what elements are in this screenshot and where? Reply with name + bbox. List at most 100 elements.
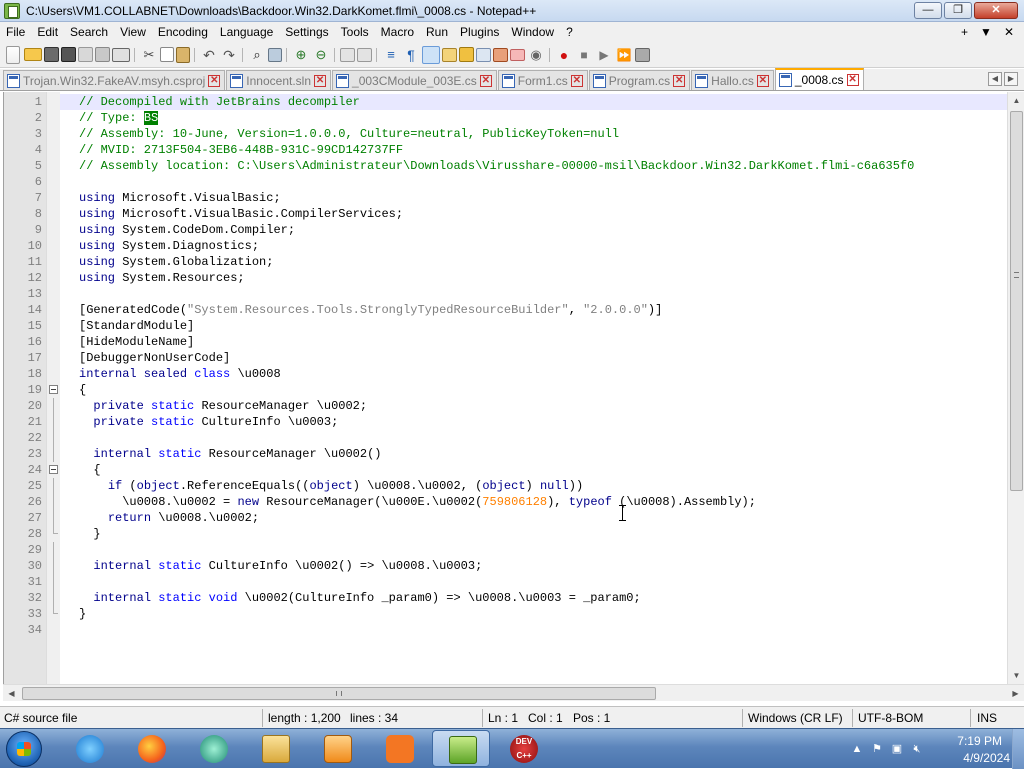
code-line[interactable]: 21 private static CultureInfo \u0003; — [28, 414, 1007, 430]
taskbar-xampp[interactable] — [370, 730, 428, 767]
tab-close-icon[interactable]: ✕ — [570, 74, 583, 87]
new-tab-plus-icon[interactable]: + — [961, 25, 968, 39]
tab-list-dropdown-icon[interactable]: ▼ — [980, 25, 992, 39]
code-line[interactable]: 3 // Assembly: 10-June, Version=1.0.0.0, … — [35, 126, 1007, 142]
show-all-chars-icon[interactable]: ¶ — [402, 46, 420, 64]
code-line[interactable]: 22 — [28, 430, 1007, 446]
code-line[interactable]: 17 [DebuggerNonUserCode] — [28, 350, 1007, 366]
eye-icon[interactable]: ◉ — [527, 46, 545, 64]
redo-icon[interactable]: ↷ — [220, 46, 238, 64]
menu-file[interactable]: File — [0, 22, 31, 42]
code-line[interactable]: 2 // Type: BS — [35, 110, 1007, 126]
tab-hallo-cs[interactable]: Hallo.cs ✕ — [691, 70, 774, 90]
maximize-button[interactable]: ❐ — [944, 2, 972, 19]
monitoring-icon[interactable] — [510, 48, 525, 61]
menu-edit[interactable]: Edit — [31, 22, 64, 42]
code-line[interactable]: 24 { — [28, 462, 1007, 478]
action-center-flag-icon[interactable]: ⚑ — [870, 742, 884, 756]
clock-date[interactable]: 4/9/2024 — [963, 751, 1010, 765]
scroll-left-icon[interactable]: ◀ — [3, 685, 20, 702]
save-all-icon[interactable] — [61, 47, 76, 62]
show-hidden-icons-icon[interactable]: ▲ — [850, 742, 864, 756]
code-line[interactable]: 4 // MVID: 2713F504-3EB6-448B-931C-99CD14… — [35, 142, 1007, 158]
close-icon[interactable] — [78, 47, 93, 62]
taskbar-messaging-app[interactable] — [184, 730, 242, 767]
code-line[interactable]: 34 — [28, 622, 1007, 638]
taskbar-internet-explorer[interactable] — [60, 730, 118, 767]
tab-close-icon[interactable]: ✕ — [756, 74, 769, 87]
run-macro-multiple-icon[interactable]: ⏩ — [615, 46, 633, 64]
taskbar-dev-cpp[interactable]: DEV C++ — [494, 730, 552, 767]
volume-muted-icon[interactable]: 🔇︎ — [910, 742, 924, 756]
code-line[interactable]: 6 — [35, 174, 1007, 190]
horizontal-scroll-thumb[interactable] — [22, 687, 656, 700]
code-line[interactable]: 15 [StandardModule] — [28, 318, 1007, 334]
fold-toggle-icon[interactable] — [49, 465, 58, 474]
code-line[interactable]: 20 private static ResourceManager \u0002… — [28, 398, 1007, 414]
clock-time[interactable]: 7:19 PM — [957, 734, 1002, 748]
menu-run[interactable]: Run — [420, 22, 454, 42]
tab-0008-cs[interactable]: _0008.cs ✕ — [774, 68, 864, 90]
stop-macro-icon[interactable]: ■ — [575, 46, 593, 64]
status-encoding[interactable]: UTF-8-BOM — [858, 711, 923, 725]
sync-horizontal-icon[interactable] — [357, 47, 372, 62]
menu-encoding[interactable]: Encoding — [152, 22, 214, 42]
close-button[interactable]: ✕ — [974, 2, 1018, 19]
tab-close-icon[interactable]: ✕ — [208, 74, 221, 87]
code-line[interactable]: 18 internal sealed class \u0008 — [28, 366, 1007, 382]
vertical-scroll-thumb[interactable] — [1010, 111, 1023, 491]
tab-module-cs[interactable]: _003CModule_003E.cs ✕ — [332, 70, 497, 90]
show-desktop-button[interactable] — [1012, 729, 1024, 769]
code-line[interactable]: 10 using System.Diagnostics; — [28, 238, 1007, 254]
indent-guide-icon[interactable] — [422, 45, 440, 64]
document-map-icon[interactable] — [459, 47, 474, 62]
open-file-icon[interactable] — [24, 48, 42, 61]
code-content[interactable]: 1 // Decompiled with JetBrains decompiler… — [28, 94, 1007, 638]
menu-window[interactable]: Window — [505, 22, 560, 42]
code-line[interactable]: 11 using System.Globalization; — [28, 254, 1007, 270]
function-list-icon[interactable] — [476, 47, 491, 62]
fold-toggle-icon[interactable] — [49, 385, 58, 394]
taskbar-media-player[interactable] — [308, 730, 366, 767]
record-macro-icon[interactable]: ● — [555, 46, 573, 64]
folder-as-workspace-icon[interactable] — [493, 47, 508, 62]
play-macro-icon[interactable]: ▶ — [595, 46, 613, 64]
copy-icon[interactable] — [160, 47, 174, 62]
print-icon[interactable] — [112, 47, 130, 62]
word-wrap-icon[interactable]: ≡ — [382, 46, 400, 64]
code-line[interactable]: 16 [HideModuleName] — [28, 334, 1007, 350]
close-document-icon[interactable]: ✕ — [1004, 25, 1014, 39]
new-file-icon[interactable] — [6, 45, 20, 64]
taskbar-notepad-plus-plus[interactable] — [432, 730, 490, 767]
code-line[interactable]: 33} — [28, 606, 1007, 622]
code-line[interactable]: 5 // Assembly location: C:\Users\Administ… — [35, 158, 1007, 174]
code-line[interactable]: 28 } — [28, 526, 1007, 542]
code-line[interactable]: 32 internal static void \u0002(CultureIn… — [28, 590, 1007, 606]
tab-close-icon[interactable]: ✕ — [314, 74, 327, 87]
code-line[interactable]: 12 using System.Resources; — [28, 270, 1007, 286]
network-icon[interactable]: ▣ — [890, 742, 904, 756]
code-line[interactable]: 27 return \u0008.\u0002; — [28, 510, 1007, 526]
taskbar-firefox[interactable] — [122, 730, 180, 767]
tab-form1-cs[interactable]: Form1.cs ✕ — [497, 70, 588, 90]
status-insert-mode[interactable]: INS — [977, 711, 997, 725]
tab-scroll-left-icon[interactable]: ◀ — [988, 72, 1002, 86]
code-line[interactable]: 26 \u0008.\u0002 = new ResourceManager(\… — [28, 494, 1007, 510]
menu-help[interactable]: ? — [560, 22, 579, 42]
cut-icon[interactable]: ✂ — [140, 46, 158, 64]
code-line[interactable]: 19 { — [28, 382, 1007, 398]
status-eol[interactable]: Windows (CR LF) — [748, 711, 843, 725]
code-line[interactable]: 25 if (object.ReferenceEquals((object) \… — [28, 478, 1007, 494]
paste-icon[interactable] — [176, 46, 190, 63]
code-line[interactable]: 23 internal static ResourceManager \u000… — [28, 446, 1007, 462]
start-button[interactable] — [6, 731, 42, 767]
tab-scroll-right-icon[interactable]: ▶ — [1004, 72, 1018, 86]
menu-settings[interactable]: Settings — [279, 22, 334, 42]
replace-icon[interactable] — [268, 47, 282, 62]
find-icon[interactable]: ⌕ — [248, 46, 266, 64]
vertical-scrollbar[interactable]: ▲ ▼ — [1007, 92, 1024, 684]
code-editor[interactable]: 1 // Decompiled with JetBrains decompiler… — [3, 92, 1007, 684]
scroll-up-icon[interactable]: ▲ — [1008, 92, 1024, 109]
horizontal-scrollbar[interactable]: ◀ ▶ — [3, 684, 1024, 701]
tab-innocent-sln[interactable]: Innocent.sln ✕ — [226, 70, 332, 90]
